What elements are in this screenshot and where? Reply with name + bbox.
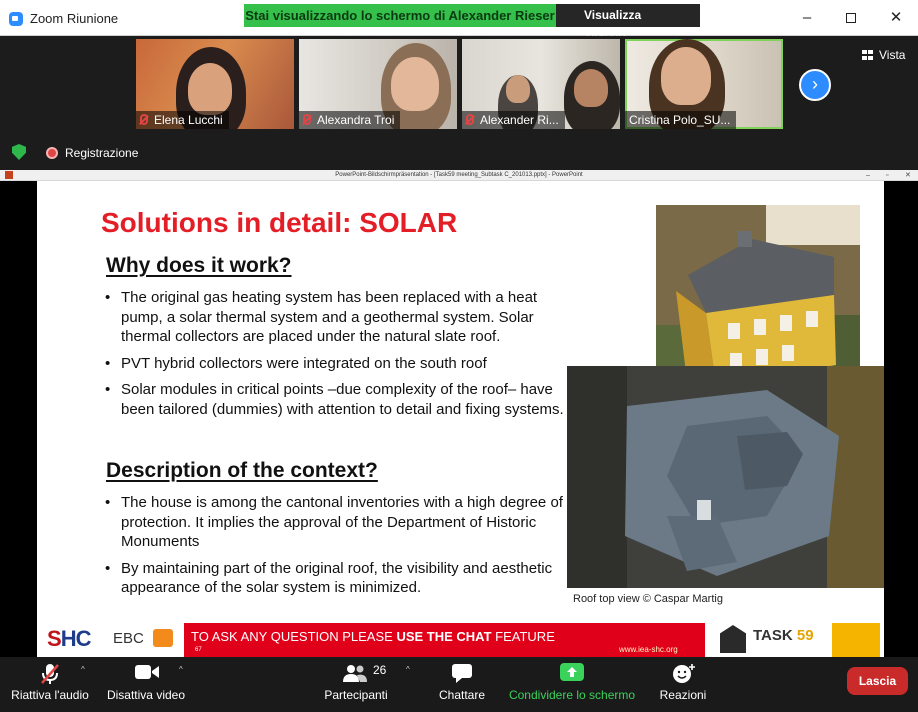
- list-item: PVT hybrid collectors were integrated on…: [105, 354, 565, 374]
- participant-face: [661, 47, 711, 105]
- participant-name: Alexandra Troi: [299, 111, 401, 129]
- reactions-button[interactable]: Reazioni: [656, 657, 710, 712]
- grid-view-icon: [862, 50, 873, 60]
- audio-options-caret[interactable]: ^: [81, 665, 85, 674]
- section-heading-why: Why does it work?: [106, 254, 292, 277]
- chat-bubble-icon: [452, 664, 472, 683]
- reaction-emoji-icon: [673, 664, 695, 683]
- zoom-app-icon: [9, 12, 23, 26]
- meeting-toolbar: Riattiva l'audio ^ Disattiva video ^ 26 …: [0, 657, 918, 712]
- share-screen-button[interactable]: Condividere lo schermo: [506, 657, 638, 712]
- view-options-button[interactable]: Visualizza opzioni▼: [556, 4, 700, 45]
- unmute-audio-label: Riattiva l'audio: [11, 688, 89, 702]
- participant-tile-3[interactable]: Alexander Ri...: [462, 39, 620, 129]
- list-item: Solar modules in critical points –due co…: [105, 380, 565, 419]
- chevron-right-icon: ›: [812, 74, 818, 94]
- ebc-logo: EBC: [113, 630, 144, 647]
- view-layout-button[interactable]: Vista: [862, 48, 905, 62]
- mic-muted-icon: [140, 114, 148, 125]
- stop-video-button[interactable]: Disattiva video: [104, 657, 188, 712]
- minimize-button[interactable]: –: [799, 10, 815, 26]
- task-building-icon: [720, 625, 746, 653]
- participant-tile-2[interactable]: Alexandra Troi: [299, 39, 457, 129]
- chat-button[interactable]: Chattare: [436, 657, 488, 712]
- participant-name: Elena Lucchi: [136, 111, 229, 129]
- maximize-button[interactable]: [843, 10, 859, 26]
- ebc-badge-icon: [153, 629, 173, 647]
- recording-icon: [46, 147, 58, 159]
- participant-face: [506, 75, 530, 103]
- next-page-button[interactable]: ›: [799, 69, 831, 101]
- reactions-label: Reazioni: [659, 688, 707, 702]
- window-title: Zoom Riunione: [30, 11, 119, 26]
- mic-muted-icon: [303, 114, 311, 125]
- participant-tile-1[interactable]: Elena Lucchi: [136, 39, 294, 129]
- screen-share-banner: Stai visualizzando lo schermo di Alexand…: [244, 4, 556, 27]
- participants-button[interactable]: 26 Partecipanti: [320, 657, 392, 712]
- participant-face: [391, 57, 439, 111]
- mic-muted-icon: [466, 114, 474, 125]
- iea-link: www.iea-shc.org: [619, 645, 678, 654]
- participant-tile-4[interactable]: Cristina Polo_SU...: [625, 39, 783, 129]
- participants-count: 26: [373, 663, 387, 677]
- ppt-close-icon: ✕: [905, 172, 911, 179]
- microphone-muted-icon: [41, 664, 59, 684]
- video-camera-icon: [135, 665, 159, 679]
- presentation-slide: Solutions in detail: SOLAR Why does it w…: [37, 181, 884, 657]
- participant-name: Alexander Ri...: [462, 111, 565, 129]
- slide-title: Solutions in detail: SOLAR: [101, 207, 458, 238]
- photo-caption: Roof top view © Caspar Martig: [573, 593, 723, 605]
- close-button[interactable]: ✕: [888, 10, 904, 26]
- title-bar: Zoom Riunione Stai visualizzando lo sche…: [0, 0, 918, 45]
- participant-name: Cristina Polo_SU...: [625, 111, 737, 129]
- slide-number: 67: [195, 647, 202, 653]
- list-item: The original gas heating system has been…: [105, 288, 565, 347]
- video-strip: Elena Lucchi Alexandra Troi Alexander Ri…: [0, 36, 918, 170]
- ppt-minimize-icon: –: [866, 172, 870, 179]
- participants-label: Partecipanti: [324, 688, 388, 702]
- video-options-caret[interactable]: ^: [179, 665, 183, 674]
- maximize-icon: [846, 13, 856, 23]
- shc-logo: SHC: [47, 626, 91, 651]
- section-heading-context: Description of the context?: [106, 459, 378, 482]
- powerpoint-titlebar: PowerPoint-Bildschirmpräsentation - [Tas…: [0, 170, 918, 181]
- list-item: By maintaining part of the original roof…: [105, 559, 565, 598]
- chat-label: Chattare: [438, 688, 486, 702]
- bullet-list-context: The house is among the cantonal inventor…: [105, 493, 565, 605]
- roof-illustration: [567, 366, 884, 588]
- share-screen-label: Condividere lo schermo: [508, 688, 636, 702]
- recording-label[interactable]: Registrazione: [65, 146, 138, 160]
- powerpoint-title: PowerPoint-Bildschirmpräsentation - [Tas…: [335, 172, 583, 178]
- leave-meeting-button[interactable]: Lascia: [847, 667, 908, 695]
- participants-options-caret[interactable]: ^: [406, 665, 410, 674]
- task-logo: TASK 59: [753, 627, 814, 644]
- security-shield-icon[interactable]: [12, 144, 26, 160]
- list-item: The house is among the cantonal inventor…: [105, 493, 565, 552]
- ppt-restore-icon: ▫: [886, 172, 889, 179]
- participant-face: [574, 69, 608, 107]
- participant-face: [188, 63, 232, 115]
- slide-footer: SHC EBC TO ASK ANY QUESTION PLEASE USE T…: [37, 618, 884, 657]
- share-screen-icon: [560, 663, 584, 681]
- stop-video-label: Disattiva video: [106, 688, 186, 702]
- roof-top-photo: [567, 366, 884, 588]
- bullet-list-why: The original gas heating system has been…: [105, 288, 565, 426]
- participants-icon: [343, 665, 367, 682]
- heritage-year-badge: [832, 623, 880, 657]
